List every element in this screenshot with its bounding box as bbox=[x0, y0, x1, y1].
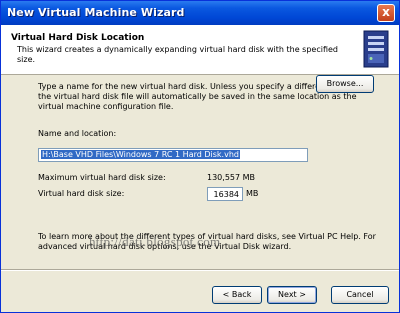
server-icon bbox=[363, 30, 389, 68]
close-button[interactable]: x bbox=[377, 4, 395, 22]
path-value: H:\Base VHD Files\Windows 7 RC 1 Hard Di… bbox=[41, 150, 240, 159]
page-title: Virtual Hard Disk Location bbox=[11, 33, 145, 43]
watermark: http://dati.blogspot.com bbox=[89, 234, 221, 249]
disk-size-label: Virtual hard disk size: bbox=[38, 189, 125, 198]
path-input[interactable]: H:\Base VHD Files\Windows 7 RC 1 Hard Di… bbox=[38, 148, 308, 162]
disk-size-input[interactable] bbox=[207, 187, 243, 201]
window-title: New Virtual Machine Wizard bbox=[7, 6, 185, 19]
wizard-content: Type a name for the new virtual hard dis… bbox=[1, 75, 399, 269]
max-size-label: Maximum virtual hard disk size: bbox=[38, 173, 166, 182]
wizard-header: Virtual Hard Disk Location This wizard c… bbox=[1, 25, 399, 75]
separator bbox=[1, 269, 399, 271]
title-bar[interactable]: New Virtual Machine Wizard x bbox=[1, 1, 399, 25]
max-size-value: 130,557 MB bbox=[207, 173, 256, 182]
next-button[interactable]: Next > bbox=[267, 286, 317, 304]
page-description: This wizard creates a dynamically expand… bbox=[17, 45, 338, 64]
close-icon: x bbox=[382, 5, 390, 19]
wizard-window: New Virtual Machine Wizard x Virtual Har… bbox=[0, 0, 400, 313]
back-button[interactable]: < Back bbox=[212, 286, 262, 304]
name-location-label: Name and location: bbox=[38, 129, 117, 138]
browse-button[interactable]: Browse... bbox=[316, 75, 374, 93]
cancel-button[interactable]: Cancel bbox=[331, 286, 389, 304]
disk-size-unit: MB bbox=[246, 189, 259, 198]
